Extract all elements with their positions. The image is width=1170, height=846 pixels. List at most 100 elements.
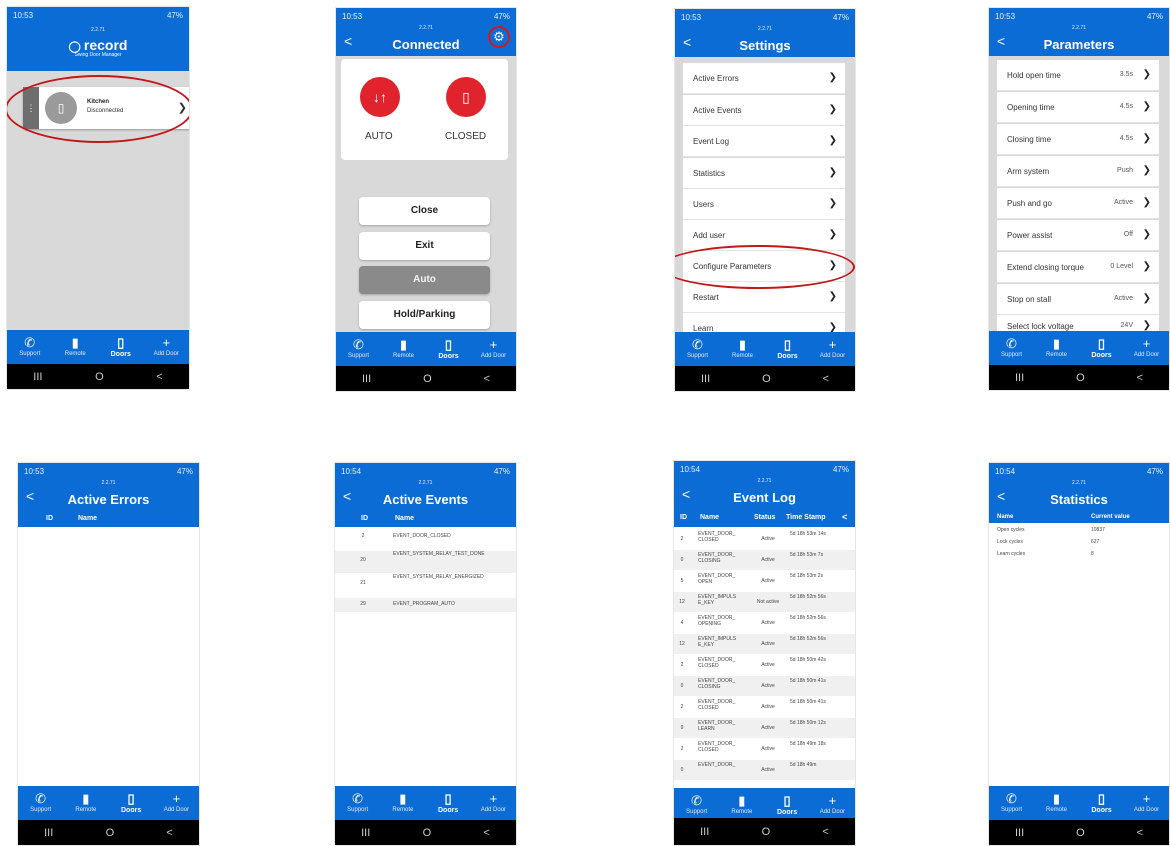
settings-item-users[interactable]: Users ❯ — [683, 189, 845, 220]
nav-support[interactable]: ✆ Support — [674, 788, 719, 818]
screen-active-events: 10:54 47% 2.2.71 < Active Events ID Name … — [334, 462, 517, 846]
log-cell-name: EVENT_DOOR_ OPENING — [698, 615, 736, 627]
home-button[interactable]: O — [106, 827, 115, 839]
home-button[interactable]: O — [95, 371, 104, 383]
nav-doors[interactable]: ▯ Doors — [98, 330, 144, 364]
param-stop-on-stall[interactable]: Stop on stall Active ❯ — [997, 284, 1159, 315]
hold-parking-button[interactable]: Hold/Parking — [359, 301, 490, 329]
back-button[interactable]: < — [1137, 827, 1143, 839]
auto-mode-icon[interactable]: ↓↑ — [360, 77, 400, 117]
nav-add-door[interactable]: + Add Door — [1124, 786, 1169, 820]
home-button[interactable]: O — [1076, 827, 1085, 839]
param-opening-time[interactable]: Opening time 4.5s ❯ — [997, 92, 1159, 123]
back-button[interactable]: < — [166, 827, 172, 839]
nav-remote[interactable]: ▮ Remote — [720, 332, 765, 366]
param-extend-closing-torque[interactable]: Extend closing torque 0 Level ❯ — [997, 252, 1159, 283]
app-header: 10:53 47% 2.2.71 ◯ record Swing Door Mana… — [7, 7, 189, 71]
param-hold-open-time[interactable]: Hold open time 3.5s ❯ — [997, 60, 1159, 91]
nav-doors[interactable]: ▯ Doors — [765, 332, 810, 366]
nav-remote[interactable]: ▮ Remote — [1034, 331, 1079, 365]
chevron-right-icon: ❯ — [1142, 165, 1151, 176]
close-button[interactable]: Close — [359, 197, 490, 225]
status-time: 10:53 — [13, 11, 34, 20]
recents-button[interactable]: III — [1015, 827, 1024, 839]
nav-remote[interactable]: ▮ Remote — [380, 786, 425, 820]
nav-support[interactable]: ✆ Support — [336, 332, 381, 366]
home-button[interactable]: O — [423, 373, 432, 385]
status-battery: 47% — [1146, 467, 1163, 476]
closed-mode-icon[interactable]: ▯ — [446, 77, 486, 117]
log-cell-id: 0 — [680, 557, 684, 563]
auto-button[interactable]: Auto — [359, 266, 490, 294]
nav-support[interactable]: ✆ Support — [989, 331, 1034, 365]
log-cell-name: EVENT_DOOR_ CLOSING — [698, 678, 736, 690]
nav-support[interactable]: ✆ Support — [18, 786, 63, 820]
home-button[interactable]: O — [1076, 372, 1085, 384]
nav-doors[interactable]: ▯ Doors — [1079, 786, 1124, 820]
mode-panel: ↓↑ AUTO ▯ CLOSED — [341, 59, 508, 160]
back-button[interactable]: < — [822, 826, 828, 838]
nav-add-door[interactable]: + Add Door — [154, 786, 199, 820]
nav-add-door[interactable]: + Add Door — [471, 332, 516, 366]
nav-doors[interactable]: ▯ Doors — [109, 786, 154, 820]
recents-button[interactable]: III — [701, 373, 710, 385]
nav-support[interactable]: ✆ Support — [675, 332, 720, 366]
back-button[interactable]: < — [484, 373, 490, 385]
recents-button[interactable]: III — [361, 827, 370, 839]
share-icon[interactable]: < — [842, 512, 847, 522]
log-cell-status: Active — [761, 557, 775, 563]
app-header: 10:53 47% 2.2.71 < Connected ⚙ — [336, 8, 516, 56]
exit-button[interactable]: Exit — [359, 232, 490, 260]
nav-remote[interactable]: ▮ Remote — [719, 788, 764, 818]
nav-add-door[interactable]: + Add Door — [810, 332, 855, 366]
nav-support[interactable]: ✆ Support — [335, 786, 380, 820]
nav-add-door[interactable]: + Add Door — [471, 786, 516, 820]
nav-support[interactable]: ✆ Support — [7, 330, 53, 364]
settings-item-event-log[interactable]: Event Log ❯ — [683, 126, 845, 157]
gear-icon[interactable]: ⚙ — [488, 26, 510, 48]
nav-doors[interactable]: ▯ Doors — [1079, 331, 1124, 365]
recents-button[interactable]: III — [700, 826, 709, 838]
nav-doors[interactable]: ▯ Doors — [426, 332, 471, 366]
log-cell-status: Active — [761, 725, 775, 731]
recents-button[interactable]: III — [44, 827, 53, 839]
settings-item-statistics[interactable]: Statistics ❯ — [683, 158, 845, 189]
home-button[interactable]: O — [762, 826, 771, 838]
back-button[interactable]: < — [156, 371, 162, 383]
nav-support[interactable]: ✆ Support — [989, 786, 1034, 820]
log-cell-time: 5d 18h 53m 14s — [790, 531, 826, 537]
chevron-right-icon: ❯ — [828, 72, 837, 83]
home-button[interactable]: O — [762, 373, 771, 385]
back-button[interactable]: < — [823, 373, 829, 385]
nav-remote[interactable]: ▮ Remote — [53, 330, 99, 364]
param-closing-time[interactable]: Closing time 4.5s ❯ — [997, 124, 1159, 155]
table-row: 4 EVENT_DOOR_ OPENING Active 5d 18h 52m 56s — [674, 613, 855, 633]
param-power-assist[interactable]: Power assist Off ❯ — [997, 220, 1159, 251]
nav-doors[interactable]: ▯ Doors — [426, 786, 471, 820]
nav-add-door[interactable]: + Add Door — [144, 330, 190, 364]
settings-item-active-events[interactable]: Active Events ❯ — [683, 95, 845, 126]
remote-icon: ▮ — [399, 791, 407, 806]
remote-icon: ▮ — [1052, 791, 1061, 806]
log-cell-time: 5d 18h 50m 42s — [790, 657, 826, 663]
log-cell-name: EVENT_DOOR_ OPEN — [698, 573, 736, 585]
param-push-and-go[interactable]: Push and go Active ❯ — [997, 188, 1159, 219]
home-button[interactable]: O — [423, 827, 432, 839]
nav-remote[interactable]: ▮ Remote — [1034, 786, 1079, 820]
chevron-right-icon: ❯ — [1142, 69, 1151, 80]
settings-item-active-errors[interactable]: Active Errors ❯ — [683, 63, 845, 94]
nav-doors[interactable]: ▯ Doors — [765, 788, 810, 818]
recents-button[interactable]: III — [1015, 372, 1024, 384]
door-icon: ▯ — [127, 791, 135, 806]
back-button[interactable]: < — [1137, 372, 1143, 384]
recents-button[interactable]: III — [33, 371, 42, 383]
nav-remote[interactable]: ▮ Remote — [63, 786, 108, 820]
back-button[interactable]: < — [483, 827, 489, 839]
nav-add-door[interactable]: + Add Door — [810, 788, 855, 818]
status-time: 10:54 — [341, 467, 362, 476]
nav-remote[interactable]: ▮ Remote — [381, 332, 426, 366]
settings-item-learn[interactable]: Learn ❯ — [683, 313, 845, 333]
nav-add-door[interactable]: + Add Door — [1124, 331, 1169, 365]
param-arm-system[interactable]: Arm system Push ❯ — [997, 156, 1159, 187]
recents-button[interactable]: III — [362, 373, 371, 385]
